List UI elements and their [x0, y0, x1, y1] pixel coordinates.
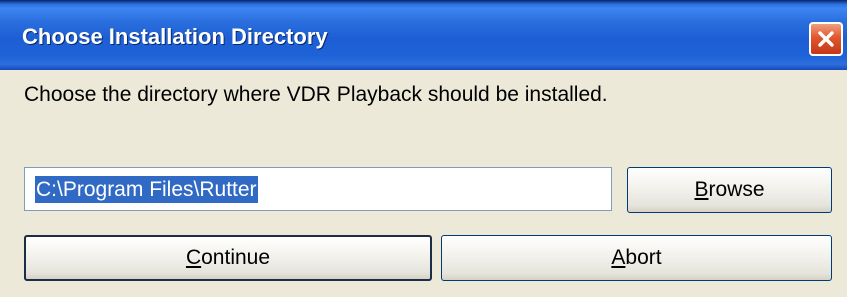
- window-title: Choose Installation Directory: [22, 24, 328, 49]
- browse-label: rowse: [708, 178, 765, 201]
- continue-accelerator: C: [185, 246, 202, 269]
- abort-button[interactable]: Abort: [441, 235, 832, 281]
- installation-dialog: Choose Installation Directory Choose the…: [0, 0, 847, 297]
- close-button[interactable]: [809, 22, 843, 56]
- browse-button[interactable]: Browse: [627, 167, 832, 213]
- abort-accelerator: A: [611, 246, 626, 269]
- browse-accelerator: B: [694, 178, 709, 201]
- instruction-text: Choose the directory where VDR Playback …: [24, 83, 608, 106]
- abort-label: bort: [625, 246, 662, 269]
- continue-label: ontinue: [201, 246, 271, 269]
- title-bar[interactable]: Choose Installation Directory: [0, 0, 847, 70]
- install-path-input[interactable]: C:\Program Files\Rutter: [24, 167, 612, 211]
- continue-button[interactable]: Continue: [24, 235, 432, 281]
- close-icon: [816, 29, 836, 49]
- install-path-value: C:\Program Files\Rutter: [35, 176, 258, 203]
